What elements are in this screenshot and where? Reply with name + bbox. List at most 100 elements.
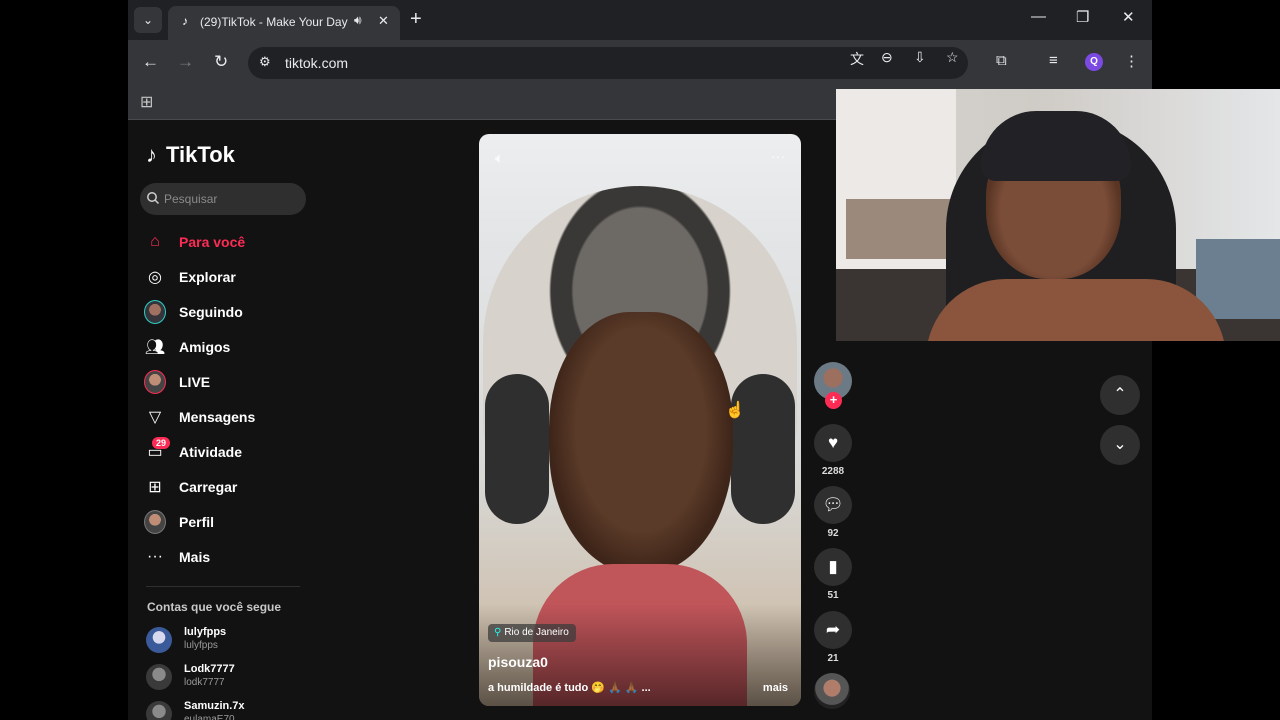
location-pin-icon: ⚲ bbox=[494, 627, 502, 638]
comment-button[interactable]: 💬︎ bbox=[814, 486, 852, 524]
extensions-icon[interactable]: ⧉ bbox=[996, 52, 1007, 69]
tiktok-favicon-icon: ♪ bbox=[182, 14, 188, 28]
tab-search-button[interactable]: ⌄ bbox=[134, 7, 162, 33]
nav-item-para-voce[interactable]: ⌂ Para você bbox=[144, 224, 324, 259]
tiktok-note-icon: ♪ bbox=[146, 142, 157, 167]
chevron-up-icon: ⌃ bbox=[1113, 386, 1127, 403]
comment-count: 92 bbox=[827, 528, 839, 539]
like-count: 2288 bbox=[821, 466, 845, 477]
apps-grid-icon[interactable]: ⊞ bbox=[140, 92, 153, 112]
account-avatar bbox=[146, 664, 172, 690]
translate-icon[interactable]: 文 bbox=[850, 49, 864, 69]
account-handle: lulyfpps bbox=[184, 640, 218, 651]
caption-more-link[interactable]: mais bbox=[763, 682, 788, 694]
new-tab-button[interactable]: + bbox=[410, 8, 422, 30]
tiktok-logo[interactable]: ♪ TikTok bbox=[146, 142, 235, 168]
compass-icon: ◎ bbox=[148, 268, 162, 286]
live-avatar bbox=[144, 369, 166, 394]
nav-label: LIVE bbox=[179, 373, 211, 390]
followed-account[interactable]: lulyfpps lulyfpps bbox=[146, 625, 326, 661]
video-username[interactable]: pisouza0 bbox=[488, 654, 548, 670]
nav-label: Amigos bbox=[179, 338, 231, 355]
like-button[interactable]: ♥ bbox=[814, 424, 852, 462]
location-text: Rio de Janeiro bbox=[504, 627, 569, 638]
account-name: lulyfpps bbox=[184, 626, 227, 638]
nav-label: Explorar bbox=[179, 268, 236, 285]
nav-item-carregar[interactable]: ⊞ Carregar bbox=[144, 469, 324, 504]
url-text: tiktok.com bbox=[285, 55, 349, 71]
restore-icon[interactable]: ❐ bbox=[1076, 8, 1089, 26]
nav-label: Perfil bbox=[179, 513, 215, 530]
tab-title: (29)TikTok - Make Your Day bbox=[200, 15, 348, 29]
chevron-down-icon: ⌄ bbox=[1113, 436, 1127, 453]
nav-item-explorar[interactable]: ◎ Explorar bbox=[144, 259, 324, 294]
nav-item-mensagens[interactable]: ▽ Mensagens bbox=[144, 399, 324, 434]
minimize-icon[interactable]: — bbox=[1031, 8, 1046, 25]
home-icon: ⌂ bbox=[150, 232, 160, 250]
screen: ⌄ ♪ (29)TikTok - Make Your Day 🔊︎ ✕ + — … bbox=[0, 0, 1280, 720]
tab-tiktok[interactable]: ♪ (29)TikTok - Make Your Day 🔊︎ ✕ bbox=[168, 6, 400, 40]
nav-label: Carregar bbox=[179, 478, 238, 495]
more-options-icon[interactable]: ··· bbox=[771, 148, 785, 164]
close-window-icon[interactable]: ✕ bbox=[1122, 8, 1135, 26]
profile-avatar bbox=[144, 509, 166, 534]
following-avatar bbox=[144, 299, 166, 324]
follow-plus-icon[interactable]: + bbox=[825, 392, 842, 409]
previous-video-button[interactable]: ⌃ bbox=[1100, 375, 1140, 415]
upload-icon: ⊞ bbox=[148, 478, 162, 496]
nav-item-amigos[interactable]: 👥︎ Amigos bbox=[144, 329, 324, 364]
music-disc-avatar[interactable] bbox=[814, 673, 850, 709]
account-handle: lodk7777 bbox=[184, 677, 225, 688]
search-input[interactable] bbox=[164, 189, 300, 209]
video-player[interactable]: 🔈︎ ··· ⚲ Rio de Janeiro pisouza0 a humild… bbox=[479, 134, 801, 706]
comment-icon: 💬︎ bbox=[822, 495, 844, 514]
media-controls-icon[interactable]: ≡ bbox=[1049, 52, 1058, 69]
nav-label: Mensagens bbox=[179, 408, 256, 425]
nav-item-perfil[interactable]: Perfil bbox=[144, 504, 324, 539]
location-tag[interactable]: ⚲ Rio de Janeiro bbox=[488, 624, 576, 642]
forward-icon[interactable]: → bbox=[177, 52, 194, 72]
next-video-button[interactable]: ⌄ bbox=[1100, 425, 1140, 465]
back-icon[interactable]: ← bbox=[142, 52, 159, 72]
logo-text: TikTok bbox=[166, 142, 235, 167]
profile-avatar[interactable]: Q bbox=[1085, 53, 1103, 71]
nav-label: Atividade bbox=[179, 443, 243, 460]
account-name: Lodk7777 bbox=[184, 663, 235, 675]
nav-label: Mais bbox=[179, 548, 211, 565]
following-section-title: Contas que você segue bbox=[147, 600, 282, 614]
followed-account[interactable]: Samuzin.7x eulamaE70 bbox=[146, 699, 326, 720]
more-icon: ··· bbox=[147, 547, 163, 565]
reload-icon[interactable]: ↻ bbox=[214, 52, 228, 72]
nav-item-seguindo[interactable]: Seguindo bbox=[144, 294, 324, 329]
menu-kebab-icon[interactable]: ⋮ bbox=[1124, 52, 1139, 70]
browser-toolbar: ← → ↻ ⚙ tiktok.com 文 ⊖ ⇩ ☆ ⧉ ≡ Q ⋮ bbox=[128, 40, 1152, 86]
send-icon: ▽ bbox=[148, 408, 162, 426]
nav-item-mais[interactable]: ··· Mais bbox=[144, 539, 324, 574]
bookmark-star-icon[interactable]: ☆ bbox=[946, 49, 959, 66]
search-box[interactable] bbox=[140, 183, 306, 215]
bookmark-icon: ▮ bbox=[828, 557, 838, 576]
install-app-icon[interactable]: ⇩ bbox=[914, 49, 926, 66]
video-caption: a humildade é tudo 🤭 🙏🏾 🙏🏾 ... bbox=[488, 682, 651, 694]
volume-icon[interactable]: 🔈︎ bbox=[495, 150, 504, 167]
nav-item-live[interactable]: LIVE bbox=[144, 364, 324, 399]
notification-badge: 29 bbox=[152, 437, 171, 449]
followed-account[interactable]: Lodk7777 lodk7777 bbox=[146, 662, 326, 698]
zoom-icon[interactable]: ⊖ bbox=[881, 49, 893, 66]
share-count: 21 bbox=[827, 653, 839, 664]
close-tab-icon[interactable]: ✕ bbox=[378, 13, 389, 29]
sidebar-nav: ⌂ Para você ◎ Explorar Seguindo 👥︎ Amigo… bbox=[144, 224, 324, 574]
webcam-overlay bbox=[836, 89, 1280, 341]
save-button[interactable]: ▮ bbox=[814, 548, 852, 586]
site-info-icon[interactable]: ⚙ bbox=[259, 54, 271, 70]
speaker-icon[interactable]: 🔊︎ bbox=[354, 13, 362, 28]
nav-item-atividade[interactable]: ▭ 29 Atividade bbox=[144, 434, 324, 469]
share-button[interactable]: ➦ bbox=[814, 611, 852, 649]
heart-icon: ♥ bbox=[827, 433, 839, 452]
account-avatar bbox=[146, 627, 172, 653]
share-icon: ➦ bbox=[825, 620, 841, 639]
video-frame-face bbox=[549, 312, 733, 574]
search-icon bbox=[147, 192, 160, 205]
nav-label: Para você bbox=[179, 233, 246, 250]
sidebar-divider bbox=[146, 586, 300, 587]
